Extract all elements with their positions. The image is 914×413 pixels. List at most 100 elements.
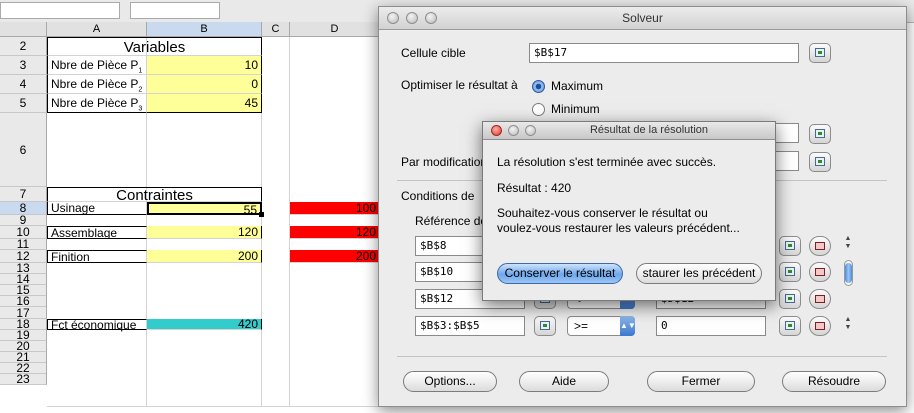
cell-reference-icon (785, 241, 795, 250)
row-header[interactable]: 7 (0, 187, 47, 202)
constraint-1-ref-button[interactable] (779, 236, 801, 256)
maximum-label: Maximum (551, 79, 604, 93)
finition-limit[interactable]: 200 (290, 250, 380, 263)
constraint-2-ref-button[interactable] (779, 262, 801, 282)
solver-title: Solveur (622, 11, 663, 25)
row-header[interactable]: 2 (0, 37, 47, 56)
results-question-line-2: voulez-vous restaurer les valeurs précéd… (497, 221, 740, 235)
assemblage-label[interactable]: Assemblage (47, 226, 147, 239)
cell-reference-icon (785, 321, 795, 330)
var-p1-value[interactable]: 10 (147, 56, 262, 75)
scroll-up-icon[interactable]: ▲ ▼ (843, 235, 853, 251)
maximum-radio[interactable] (532, 80, 545, 93)
constraint-4-ref-button[interactable] (534, 316, 556, 336)
delete-constraint-icon (815, 295, 825, 303)
options-button[interactable]: Options... (403, 371, 497, 392)
constraint-4-value-ref-button[interactable] (779, 316, 801, 336)
constraints-label: Conditions de (401, 189, 475, 203)
minimum-radio[interactable] (532, 103, 545, 116)
var-p2-value[interactable]: 0 (147, 75, 262, 94)
target-cell-field[interactable]: $B$17 (529, 43, 799, 63)
delete-constraint-icon (815, 322, 825, 330)
fct-economique-value[interactable]: 420 (147, 318, 262, 330)
row-header[interactable]: 5 (0, 94, 47, 113)
variables-title[interactable]: Variables (47, 37, 262, 56)
help-button[interactable]: Aide (519, 371, 609, 392)
corner-header[interactable] (0, 22, 47, 37)
grid-column-d[interactable] (290, 37, 380, 407)
by-changing-label: Par modification (401, 155, 488, 169)
results-success-message: La résolution s'est terminée avec succès… (497, 155, 717, 169)
solve-button[interactable]: Résoudre (782, 371, 886, 392)
assemblage-limit[interactable]: 120 (290, 226, 380, 239)
constraints-title[interactable]: Contraintes (47, 187, 262, 202)
var-p3-value[interactable]: 45 (147, 94, 262, 113)
target-cell-label: Cellule cible (401, 46, 466, 60)
results-title: Résultat de la résolution (589, 124, 708, 136)
keep-solution-button[interactable]: Conserver le résultat (497, 263, 623, 284)
grid-column-c[interactable] (262, 37, 290, 407)
results-titlebar[interactable]: Résultat de la résolution (483, 122, 775, 140)
constraint-4-operator[interactable]: >= ▲▼ (567, 316, 636, 336)
var-p1-label-text: Nbre de Pièce P (51, 58, 139, 72)
delete-constraint-icon (815, 268, 825, 276)
usinage-value-selected[interactable]: 55 (147, 202, 262, 215)
cell-reference-icon (785, 267, 795, 276)
constraints-scrollbar[interactable] (844, 260, 853, 286)
reference-label: Référence de (415, 214, 488, 228)
var-p2-label-text: Nbre de Pièce P (51, 77, 139, 91)
row-header[interactable]: 23 (0, 373, 47, 385)
column-header-d[interactable]: D (290, 22, 380, 37)
assemblage-value[interactable]: 120 (147, 226, 262, 239)
cell-reference-icon (785, 294, 795, 303)
var-p1-subscript: 1 (138, 67, 143, 75)
close-button[interactable]: Fermer (647, 371, 755, 392)
row-header[interactable]: 3 (0, 56, 47, 75)
cell-reference-icon (540, 321, 550, 330)
var-p2-label[interactable]: Nbre de Pièce P2 (47, 75, 147, 94)
finition-value[interactable]: 200 (147, 250, 262, 263)
name-box[interactable] (0, 2, 120, 19)
constraint-3-value-ref-button[interactable] (779, 289, 801, 309)
constraint-1-delete-button[interactable] (809, 236, 831, 256)
cell-reference-icon (815, 48, 825, 57)
value-ref-button[interactable] (809, 124, 831, 144)
changing-cells-ref-button[interactable] (809, 152, 831, 172)
usinage-label[interactable]: Usinage (47, 202, 147, 215)
chevron-updown-icon: ▲▼ (620, 316, 636, 336)
formula-bar[interactable] (130, 2, 220, 19)
var-p3-subscript: 3 (138, 105, 143, 113)
var-p1-label[interactable]: Nbre de Pièce P1 (47, 56, 147, 75)
var-p2-subscript: 2 (138, 86, 143, 94)
fct-economique-label[interactable]: Fct économique (47, 319, 147, 331)
restore-values-button[interactable]: staurer les précédent (636, 263, 762, 284)
delete-constraint-icon (815, 242, 825, 250)
column-header-a[interactable]: A (47, 22, 147, 37)
separator (397, 356, 887, 357)
column-header-c[interactable]: C (262, 22, 290, 37)
constraint-4-delete-button[interactable] (809, 316, 831, 336)
scrollbar-thumb[interactable] (845, 263, 852, 283)
cell-reference-icon (815, 157, 825, 166)
constraint-4-value[interactable]: 0 (656, 316, 766, 336)
optimize-label: Optimiser le résultat à (401, 78, 518, 92)
solver-titlebar[interactable]: Solveur (379, 7, 906, 30)
row-header[interactable]: 4 (0, 75, 47, 94)
usinage-limit[interactable]: 100 (290, 202, 380, 215)
solver-results-dialog: Résultat de la résolution La résolution … (482, 121, 776, 301)
fill-handle[interactable] (259, 212, 264, 217)
minimum-label: Minimum (551, 102, 600, 116)
constraint-4-ref[interactable]: $B$3:$B$5 (415, 316, 525, 336)
column-header-b[interactable]: B (147, 22, 262, 37)
results-question-line-1: Souhaitez-vous conserver le résultat ou (497, 206, 708, 220)
finition-label[interactable]: Finition (47, 250, 147, 263)
var-p3-label[interactable]: Nbre de Pièce P3 (47, 94, 147, 113)
var-p3-label-text: Nbre de Pièce P (51, 96, 139, 110)
constraint-2-delete-button[interactable] (809, 262, 831, 282)
target-cell-ref-button[interactable] (809, 43, 831, 63)
row-header[interactable]: 6 (0, 113, 47, 187)
constraint-3-delete-button[interactable] (809, 289, 831, 309)
results-value: Résultat : 420 (497, 181, 572, 195)
scroll-down-icon[interactable]: ▲ ▼ (843, 316, 853, 332)
constraint-4-operator-value: >= (574, 319, 589, 333)
